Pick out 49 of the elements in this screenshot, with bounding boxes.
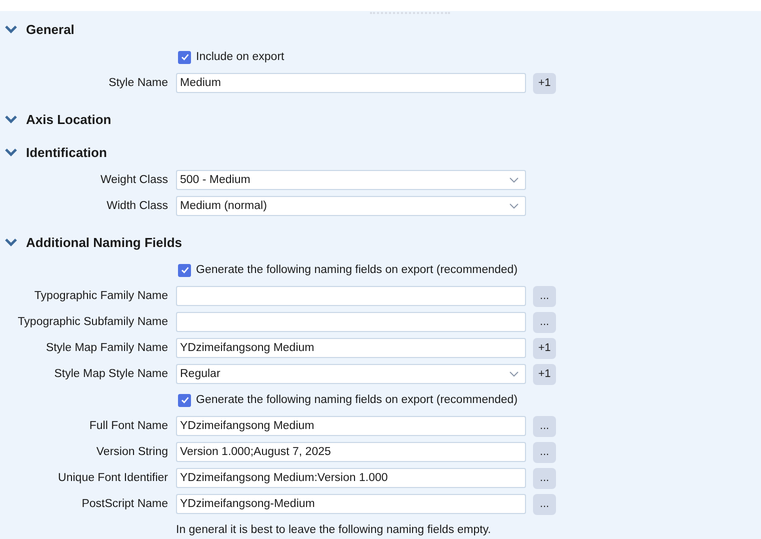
section-title[interactable]: General [26, 22, 74, 36]
field-label: Style Map Style Name [54, 368, 168, 380]
chevron-down-icon [509, 203, 519, 209]
field-label: Version String [96, 446, 168, 458]
side-button[interactable]: +1 [533, 72, 556, 94]
section-title[interactable]: Identification [26, 144, 107, 160]
field-label: Typographic Family Name [34, 290, 168, 302]
text-field[interactable]: YDzimeifangsong Medium [176, 416, 526, 436]
text-field[interactable] [176, 312, 526, 332]
checkbox[interactable]: Generate the following naming fields on export (recommended) [178, 394, 518, 406]
field-label: Full Font Name [89, 420, 168, 432]
checkbox[interactable]: Include on export [178, 50, 284, 64]
text-field[interactable]: Version 1.000;August 7, 2025 [176, 442, 526, 462]
field-label: Style Name [108, 77, 168, 89]
side-button[interactable]: ... [533, 286, 556, 306]
dropdown[interactable]: Medium (normal) [176, 196, 526, 216]
check-icon [180, 395, 190, 405]
chevron-icon[interactable] [5, 24, 17, 34]
text-field[interactable]: Medium [176, 73, 526, 93]
text-field[interactable]: YDzimeifangsong Medium:Version 1.000 [176, 468, 526, 488]
chevron-down-icon [509, 177, 519, 183]
dropdown[interactable]: 500 - Medium [176, 170, 526, 190]
side-button[interactable]: ... [533, 312, 556, 332]
section-title[interactable]: Axis Location [26, 112, 112, 126]
side-button[interactable]: ... [533, 416, 556, 436]
side-button[interactable]: ... [533, 468, 556, 488]
field-label: Style Map Family Name [46, 342, 168, 354]
side-button[interactable]: ... [533, 442, 556, 462]
check-icon [180, 265, 190, 275]
field-label: Typographic Subfamily Name [18, 316, 168, 328]
section-title[interactable]: Additional Naming Fields [26, 234, 182, 250]
check-icon [180, 52, 190, 62]
chevron-icon[interactable] [5, 238, 17, 246]
text-field[interactable]: YDzimeifangsong Medium [176, 338, 526, 358]
hint-text: In general it is best to leave the following naming fields empty. [176, 524, 491, 536]
side-button[interactable]: ... [533, 494, 556, 514]
field-label: Width Class [106, 200, 168, 212]
chevron-icon[interactable] [5, 148, 17, 156]
side-button[interactable]: +1 [533, 364, 556, 384]
chevron-icon[interactable] [5, 114, 17, 124]
chevron-down-icon [509, 371, 519, 377]
checkbox[interactable]: Generate the following naming fields on export (recommended) [178, 264, 518, 276]
field-label: Unique Font Identifier [58, 472, 168, 484]
field-label: PostScript Name [82, 498, 168, 510]
field-label: Weight Class [100, 174, 168, 186]
dropdown[interactable]: Regular [176, 364, 526, 384]
side-button[interactable]: +1 [533, 338, 556, 358]
text-field[interactable] [176, 286, 526, 306]
text-field[interactable]: YDzimeifangsong-Medium [176, 494, 526, 514]
